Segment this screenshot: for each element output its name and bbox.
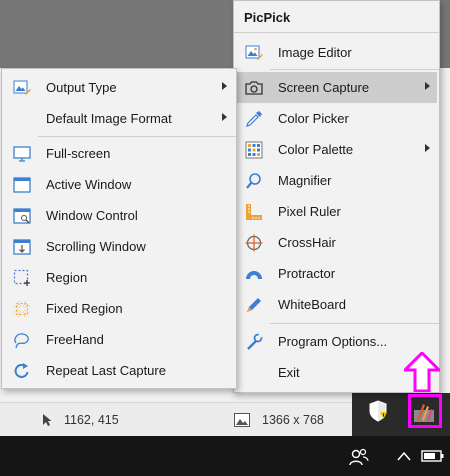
submenu-item-label: Window Control: [46, 208, 138, 223]
menu-item-label: Exit: [278, 365, 300, 380]
submenu-arrow-icon: [425, 144, 430, 152]
picture-size-icon: [234, 413, 250, 427]
submenu-item-region[interactable]: Region: [4, 262, 234, 293]
protractor-icon: [244, 264, 263, 283]
menu-item-label: WhiteBoard: [278, 297, 346, 312]
battery-icon[interactable]: [421, 449, 445, 463]
screen-capture-submenu: Output Type Default Image Format Full-sc…: [1, 68, 237, 389]
cursor-position-readout: 1162, 415: [42, 403, 119, 437]
menu-separator: [270, 323, 439, 324]
menu-item-label: Program Options...: [278, 334, 388, 349]
repeat-icon: [12, 361, 31, 380]
submenu-item-scrolling-window[interactable]: Scrolling Window: [4, 231, 234, 262]
taskbar: [0, 436, 450, 476]
menu-item-label: Magnifier: [278, 173, 332, 188]
menu-item-label: Screen Capture: [278, 80, 370, 95]
submenu-item-label: Region: [46, 270, 88, 285]
crosshair-icon: [244, 233, 263, 252]
monitor-icon: [12, 144, 31, 163]
cursor-icon: [43, 414, 52, 426]
cursor-position-text: 1162, 415: [64, 413, 119, 427]
menu-item-screen-capture[interactable]: Screen Capture: [236, 72, 437, 103]
security-shield-icon[interactable]: [368, 400, 388, 422]
fixed-region-icon: [12, 299, 31, 318]
window-icon: [12, 175, 31, 194]
image-editor-icon: [244, 43, 263, 62]
freehand-icon: [12, 330, 31, 349]
menu-item-whiteboard[interactable]: WhiteBoard: [236, 289, 437, 320]
submenu-item-default-image-format[interactable]: Default Image Format: [4, 103, 234, 134]
palette-icon: [244, 140, 263, 159]
chevron-up-icon[interactable]: [397, 451, 411, 461]
menu-item-label: Pixel Ruler: [278, 204, 341, 219]
submenu-item-fixed-region[interactable]: Fixed Region: [4, 293, 234, 324]
menu-title: PicPick: [244, 10, 291, 25]
wrench-icon: [244, 332, 263, 351]
menu-item-image-editor[interactable]: Image Editor: [236, 37, 437, 68]
submenu-arrow-icon: [222, 82, 227, 90]
people-icon[interactable]: [349, 448, 369, 466]
menu-item-label: Color Picker: [278, 111, 349, 126]
submenu-item-label: Full-screen: [46, 146, 111, 161]
pink-highlight-box: [408, 394, 442, 428]
submenu-item-window-control[interactable]: Window Control: [4, 200, 234, 231]
submenu-item-repeat-last-capture[interactable]: Repeat Last Capture: [4, 355, 234, 386]
menu-item-color-picker[interactable]: Color Picker: [236, 103, 437, 134]
submenu-item-label: Output Type: [46, 80, 117, 95]
submenu-item-freehand[interactable]: FreeHand: [4, 324, 234, 355]
menu-item-crosshair[interactable]: CrossHair: [236, 227, 437, 258]
submenu-arrow-icon: [222, 113, 227, 121]
window-control-icon: [12, 206, 31, 225]
menu-separator: [38, 136, 236, 137]
pen-icon: [244, 295, 263, 314]
submenu-item-label: Active Window: [46, 177, 132, 192]
image-size-text: 1366 x 768: [262, 413, 324, 427]
magnifier-icon: [244, 171, 263, 190]
submenu-item-label: Default Image Format: [46, 111, 172, 126]
menu-item-protractor[interactable]: Protractor: [236, 258, 437, 289]
scroll-window-icon: [12, 237, 31, 256]
menu-item-pixel-ruler[interactable]: Pixel Ruler: [236, 196, 437, 227]
menu-item-label: Protractor: [278, 266, 336, 281]
submenu-item-label: FreeHand: [46, 332, 104, 347]
region-icon: [12, 268, 31, 287]
menu-separator: [270, 69, 439, 70]
eyedropper-icon: [244, 109, 263, 128]
camera-icon: [244, 78, 263, 97]
submenu-item-full-screen[interactable]: Full-screen: [4, 138, 234, 169]
ruler-icon: [244, 202, 263, 221]
menu-item-color-palette[interactable]: Color Palette: [236, 134, 437, 165]
submenu-item-output-type[interactable]: Output Type: [4, 72, 234, 103]
image-size-readout: 1366 x 768: [234, 403, 324, 437]
submenu-arrow-icon: [425, 82, 430, 90]
menu-item-label: Color Palette: [278, 142, 354, 157]
menu-item-label: CrossHair: [278, 235, 336, 250]
menu-item-magnifier[interactable]: Magnifier: [236, 165, 437, 196]
submenu-item-label: Repeat Last Capture: [46, 363, 166, 378]
picpick-tray-menu: PicPick Image Editor Screen Capture Colo…: [233, 0, 440, 393]
submenu-item-label: Scrolling Window: [46, 239, 146, 254]
submenu-item-label: Fixed Region: [46, 301, 123, 316]
menu-item-label: Image Editor: [278, 45, 352, 60]
menu-separator: [234, 32, 439, 33]
output-icon: [12, 78, 31, 97]
submenu-item-active-window[interactable]: Active Window: [4, 169, 234, 200]
pink-up-arrow-annotation: [404, 352, 440, 392]
